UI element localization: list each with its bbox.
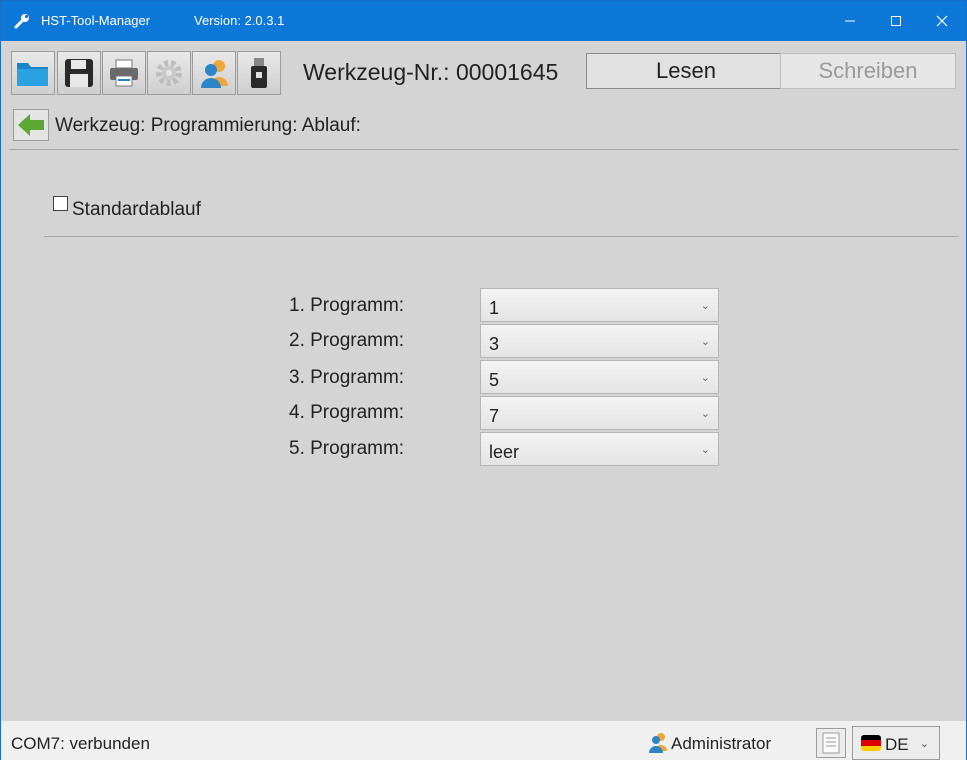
- maximize-button[interactable]: [873, 1, 919, 41]
- program-2-label: 2. Programm:: [289, 330, 405, 351]
- gear-icon: [156, 60, 182, 86]
- chevron-down-icon: ⌄: [700, 372, 710, 384]
- chevron-down-icon: ⌄: [700, 444, 710, 456]
- chevron-down-icon: ⌄: [700, 408, 710, 420]
- language-select[interactable]: DE ⌄: [852, 726, 940, 760]
- close-icon: [936, 15, 948, 27]
- minimize-icon: [845, 20, 855, 22]
- program-2-value: 3: [489, 334, 500, 354]
- program-4-label: 4. Programm:: [289, 402, 405, 423]
- program-3-label: 3. Programm:: [289, 367, 405, 388]
- tool-number: Werkzeug-Nr.: 00001645: [303, 59, 559, 85]
- wrench-icon: [14, 14, 29, 29]
- program-5-select[interactable]: leer ⌄: [480, 432, 719, 466]
- program-1-select[interactable]: 1 ⌄: [480, 288, 719, 322]
- program-5-label: 5. Programm:: [289, 438, 405, 459]
- usb-button[interactable]: [237, 51, 281, 95]
- folder-icon: [17, 63, 48, 86]
- divider: [9, 149, 959, 150]
- program-5-value: leer: [489, 442, 520, 462]
- app-title: HST-Tool-Manager: [41, 13, 151, 28]
- program-2-select[interactable]: 3 ⌄: [480, 324, 719, 358]
- title-bar: HST-Tool-Manager Version: 2.0.3.1: [1, 1, 966, 41]
- app-window: HST-Tool-Manager Version: 2.0.3.1 Werkze…: [0, 0, 967, 760]
- breadcrumb: Werkzeug: Programmierung: Ablauf:: [55, 115, 361, 136]
- minimize-button[interactable]: [827, 1, 873, 41]
- german-flag-icon: [861, 735, 881, 751]
- open-button[interactable]: [11, 51, 55, 95]
- program-4-value: 7: [489, 406, 500, 426]
- read-button[interactable]: Lesen: [586, 53, 786, 89]
- close-button[interactable]: [919, 1, 965, 41]
- chevron-down-icon: ⌄: [700, 300, 710, 312]
- connection-status: COM7: verbunden: [11, 734, 150, 753]
- chevron-down-icon: ⌄: [919, 738, 929, 750]
- app-version: Version: 2.0.3.1: [194, 13, 285, 28]
- standard-checkbox-label: Standardablauf: [72, 199, 201, 220]
- write-button[interactable]: Schreiben: [780, 53, 956, 89]
- user-icon: [201, 60, 228, 88]
- log-button[interactable]: [816, 728, 846, 758]
- program-1-label: 1. Programm:: [289, 295, 405, 316]
- save-button[interactable]: [57, 51, 101, 95]
- program-4-select[interactable]: 7 ⌄: [480, 396, 719, 430]
- program-3-select[interactable]: 5 ⌄: [480, 360, 719, 394]
- save-icon: [65, 59, 93, 87]
- user-button[interactable]: [192, 51, 236, 95]
- settings-button[interactable]: [147, 51, 191, 95]
- printer-icon: [110, 59, 138, 87]
- chevron-down-icon: ⌄: [700, 336, 710, 348]
- standard-checkbox[interactable]: [53, 196, 68, 211]
- maximize-icon: [891, 16, 901, 26]
- usb-icon: [251, 58, 267, 88]
- user-label: Administrator: [671, 734, 772, 753]
- back-button[interactable]: [13, 109, 49, 141]
- user-icon: [649, 733, 667, 753]
- document-icon: [822, 732, 840, 754]
- program-1-value: 1: [489, 298, 500, 318]
- divider: [44, 236, 959, 237]
- print-button[interactable]: [102, 51, 146, 95]
- program-3-value: 5: [489, 370, 500, 390]
- language-code: DE: [885, 735, 909, 754]
- arrow-left-icon: [18, 114, 44, 136]
